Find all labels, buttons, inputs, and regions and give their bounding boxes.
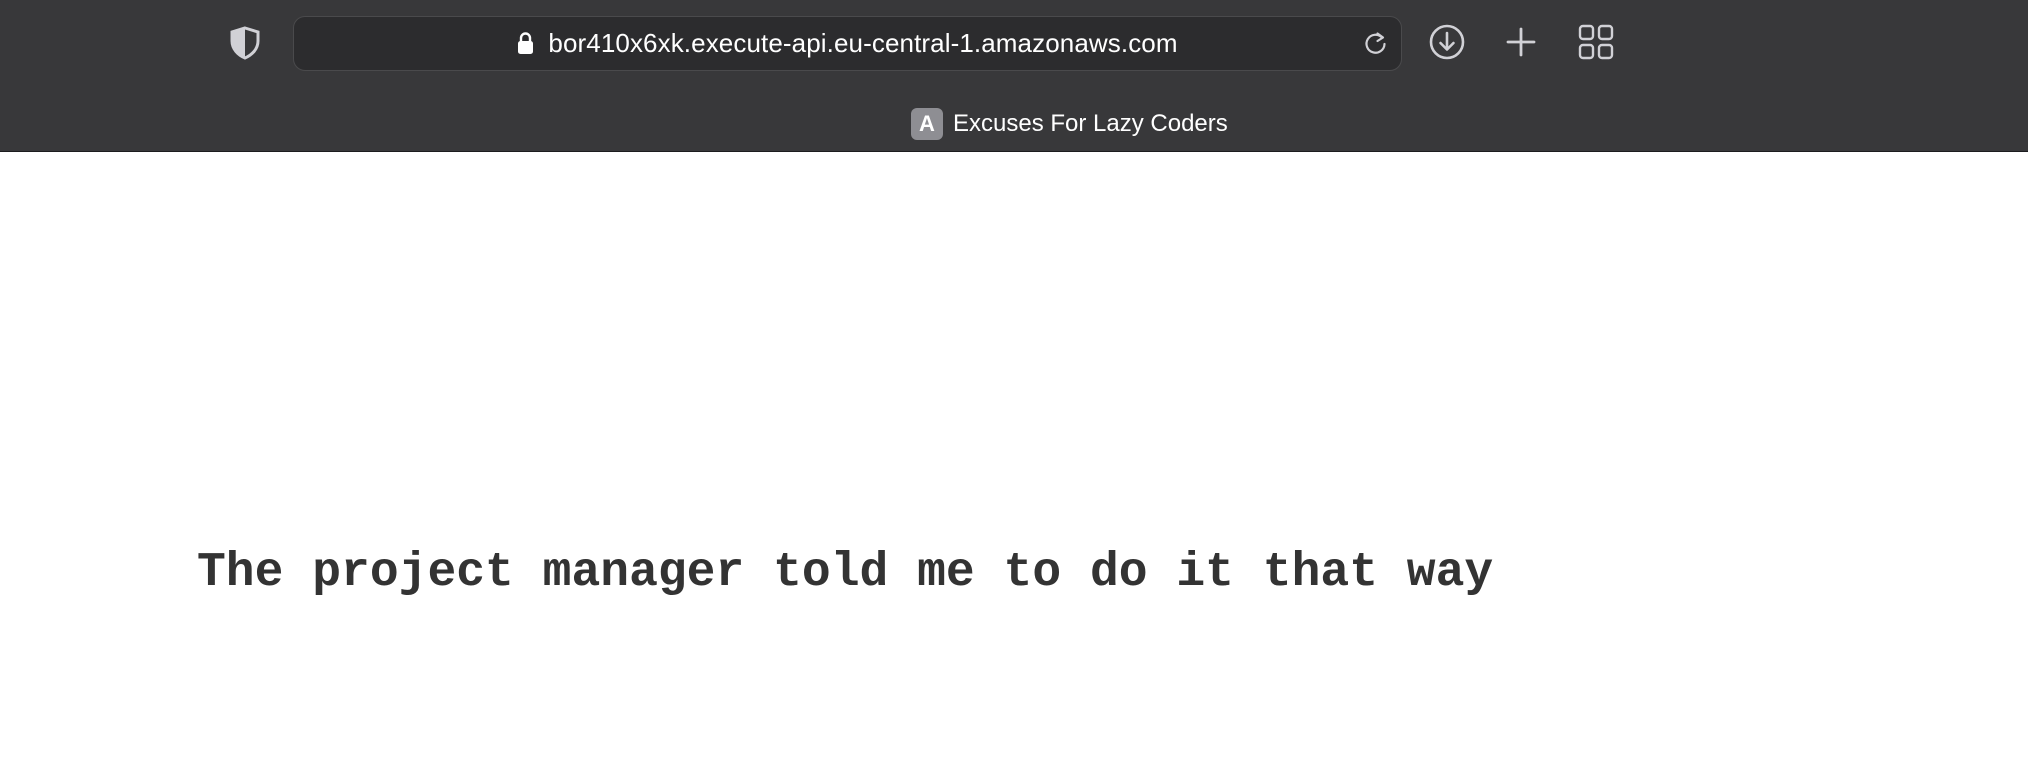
download-icon[interactable] [1428, 23, 1466, 61]
address-content: bor410x6xk.execute-api.eu-central-1.amaz… [294, 17, 1401, 70]
browser-toolbar: bor410x6xk.execute-api.eu-central-1.amaz… [0, 0, 2028, 152]
lock-icon [518, 31, 534, 54]
favicon: A [911, 108, 943, 140]
excuse-text: The project manager told me to do it tha… [197, 546, 1494, 600]
tab-strip: A Excuses For Lazy Coders [0, 106, 2028, 152]
tab-title: Excuses For Lazy Coders [953, 110, 1228, 137]
grid-icon[interactable] [1577, 23, 1615, 61]
page-content: The project manager told me to do it tha… [0, 152, 2028, 780]
plus-icon[interactable] [1502, 23, 1540, 61]
tab-excuses-for-lazy-coders[interactable]: A Excuses For Lazy Coders [911, 107, 1228, 141]
shield-icon[interactable] [229, 26, 261, 60]
address-bar[interactable]: bor410x6xk.execute-api.eu-central-1.amaz… [293, 16, 1402, 71]
url-text[interactable]: bor410x6xk.execute-api.eu-central-1.amaz… [548, 28, 1177, 59]
reload-icon[interactable] [1363, 31, 1389, 57]
